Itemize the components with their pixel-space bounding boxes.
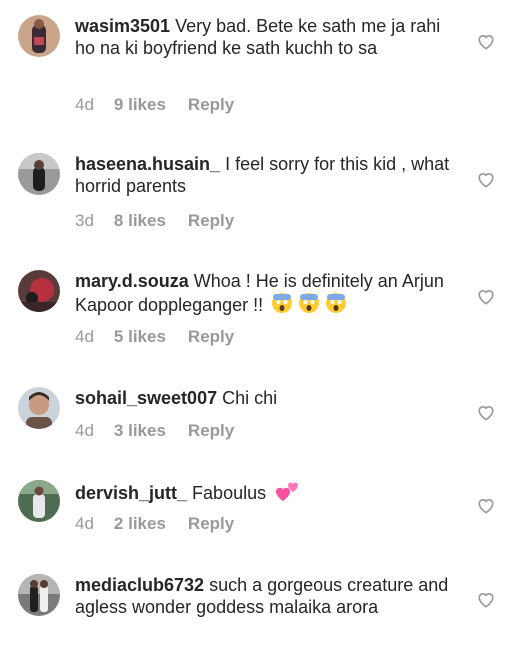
comment-list: wasim3501 Very bad. Bete ke sath me ja r… <box>0 0 525 648</box>
scream-emoji <box>271 292 347 319</box>
heart-outline-icon[interactable] <box>477 404 495 421</box>
avatar[interactable] <box>18 387 60 429</box>
comment-meta: 3d 8 likes Reply <box>75 211 256 231</box>
heart-outline-icon[interactable] <box>477 591 495 608</box>
comment-meta: 4d 2 likes Reply <box>75 514 256 534</box>
comment-meta: 4d 3 likes Reply <box>75 421 256 441</box>
heart-outline-icon[interactable] <box>477 171 495 188</box>
comment-age: 4d <box>75 95 94 114</box>
likes-count[interactable]: 3 likes <box>114 421 166 440</box>
likes-count[interactable]: 9 likes <box>114 95 166 114</box>
avatar[interactable] <box>18 153 60 195</box>
comment-meta: 4d 5 likes Reply <box>75 327 256 347</box>
comment-text: mary.d.souza Whoa ! He is definitely an … <box>75 270 455 319</box>
username[interactable]: mediaclub6732 <box>75 575 204 595</box>
comment-text: wasim3501 Very bad. Bete ke sath me ja r… <box>75 15 455 59</box>
two-hearts-emoji <box>274 480 300 507</box>
avatar[interactable] <box>18 15 60 57</box>
comment-text: dervish_jutt_ Faboulus <box>75 480 455 507</box>
likes-count[interactable]: 2 likes <box>114 514 166 533</box>
username[interactable]: mary.d.souza <box>75 271 189 291</box>
likes-count[interactable]: 8 likes <box>114 211 166 230</box>
comment-age: 4d <box>75 327 94 346</box>
likes-count[interactable]: 5 likes <box>114 327 166 346</box>
comment-age: 4d <box>75 514 94 533</box>
comment-meta: 4d 9 likes Reply <box>75 95 256 115</box>
reply-button[interactable]: Reply <box>188 211 234 230</box>
heart-outline-icon[interactable] <box>477 288 495 305</box>
username[interactable]: sohail_sweet007 <box>75 388 217 408</box>
comment-text: mediaclub6732 such a gorgeous creature a… <box>75 574 455 618</box>
comment-message: Faboulus <box>187 483 272 503</box>
comment-text: haseena.husain_ I feel sorry for this ki… <box>75 153 455 197</box>
comment-age: 3d <box>75 211 94 230</box>
reply-button[interactable]: Reply <box>188 95 234 114</box>
username[interactable]: dervish_jutt_ <box>75 483 187 503</box>
username[interactable]: wasim3501 <box>75 16 170 36</box>
comment-age: 4d <box>75 421 94 440</box>
username[interactable]: haseena.husain_ <box>75 154 220 174</box>
reply-button[interactable]: Reply <box>188 421 234 440</box>
reply-button[interactable]: Reply <box>188 327 234 346</box>
heart-outline-icon[interactable] <box>477 497 495 514</box>
avatar[interactable] <box>18 574 60 616</box>
avatar[interactable] <box>18 480 60 522</box>
comment-message: Chi chi <box>217 388 278 408</box>
reply-button[interactable]: Reply <box>188 514 234 533</box>
avatar[interactable] <box>18 270 60 312</box>
comment-text: sohail_sweet007 Chi chi <box>75 387 455 409</box>
heart-outline-icon[interactable] <box>477 33 495 50</box>
